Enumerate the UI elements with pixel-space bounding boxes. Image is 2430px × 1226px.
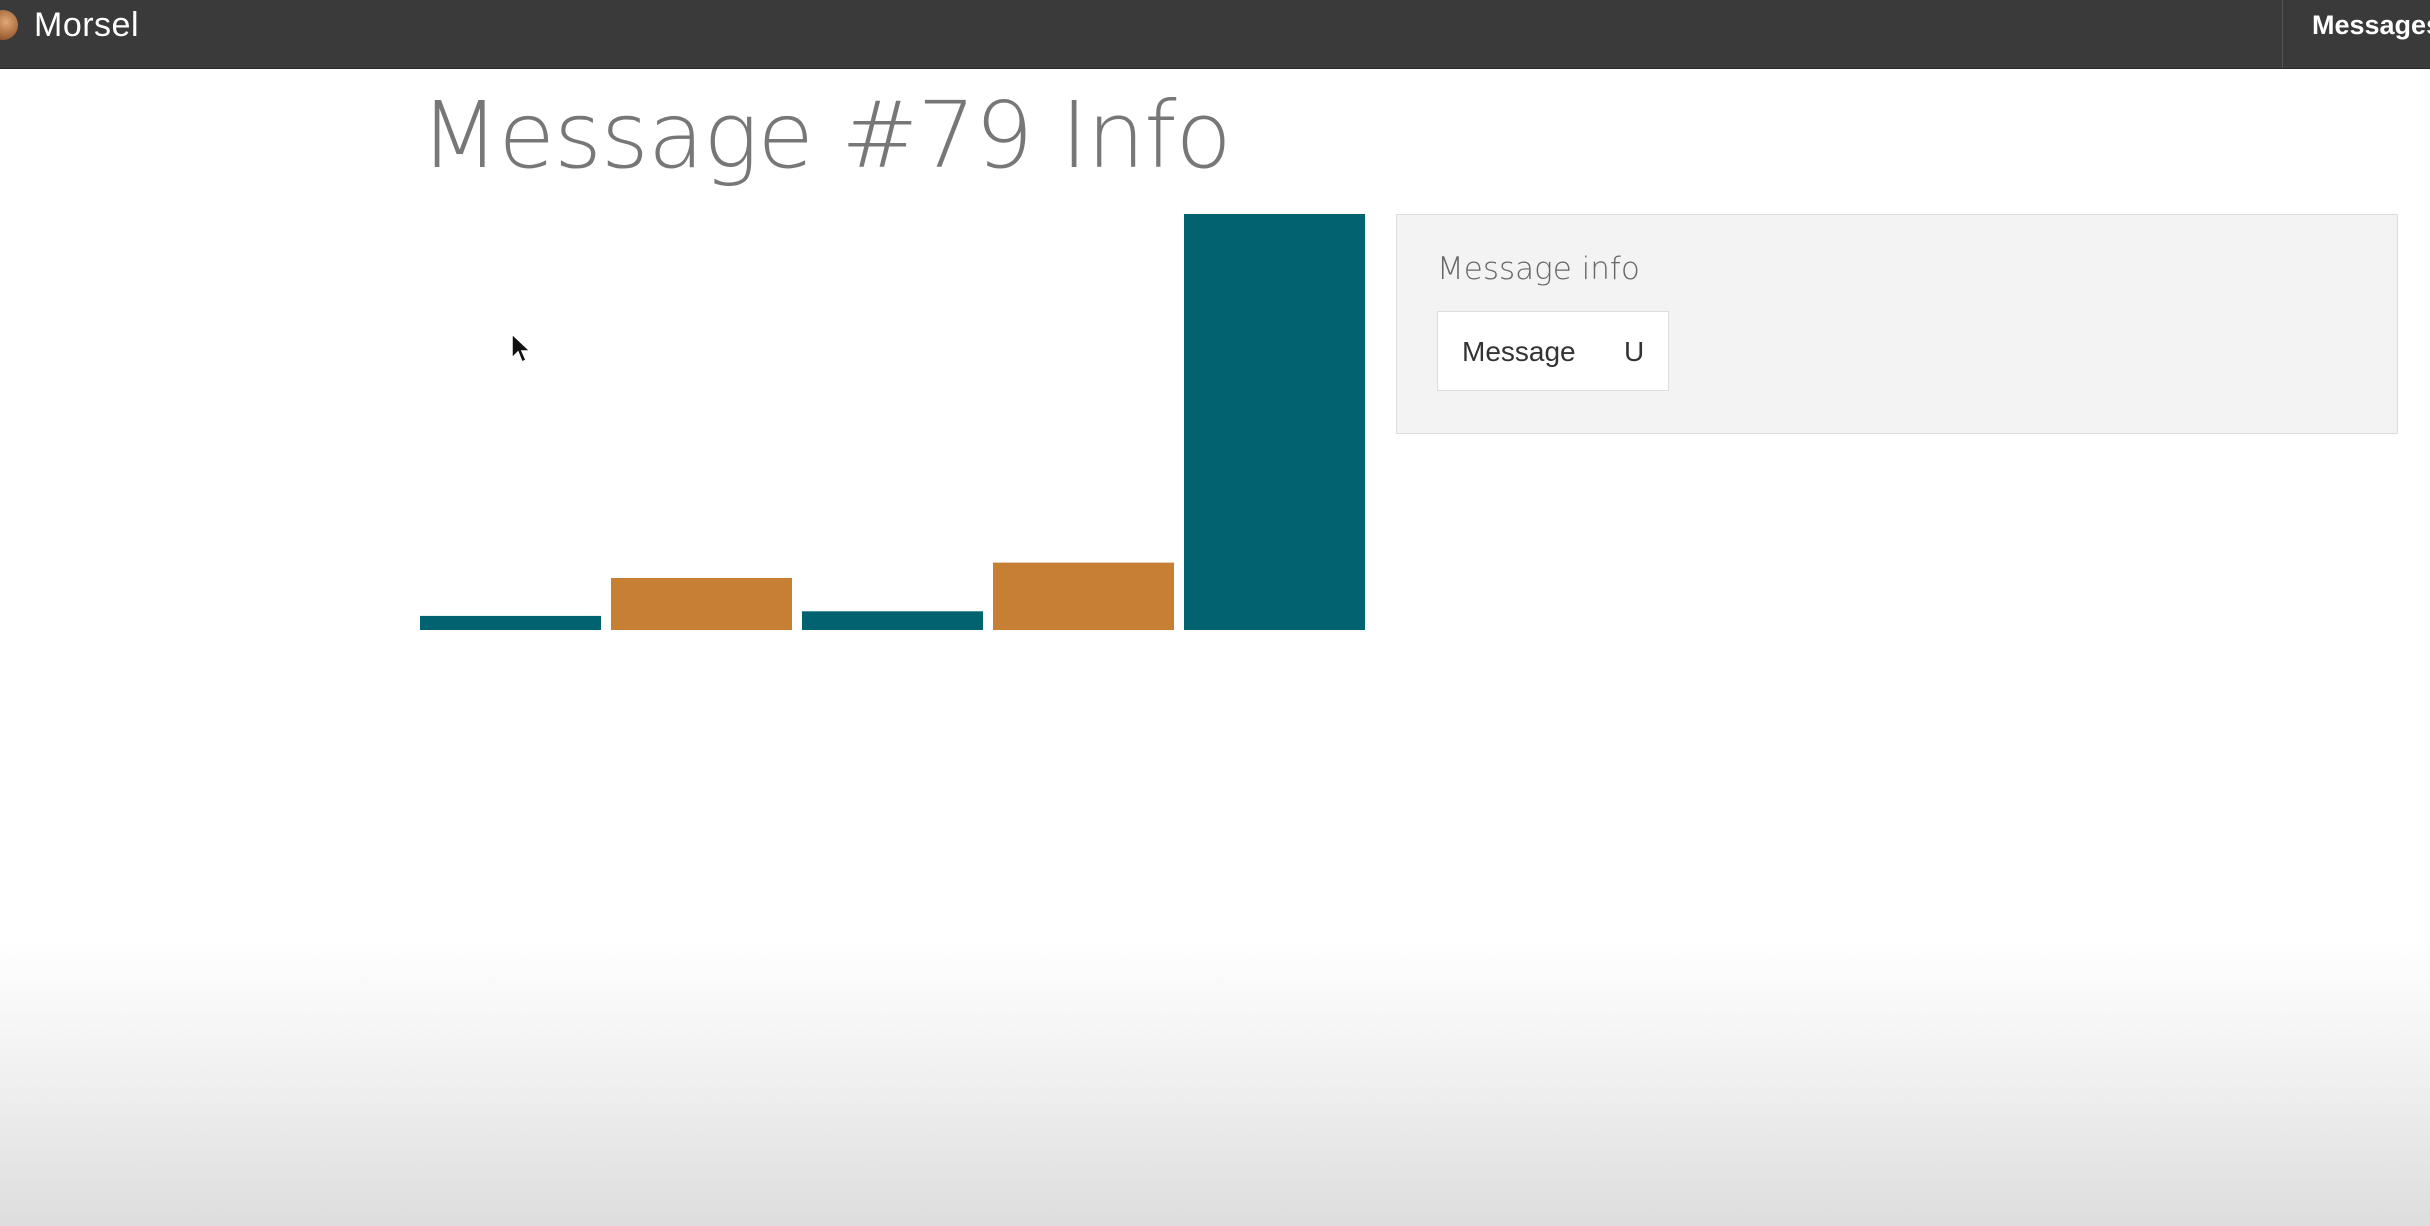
chart-bar-4[interactable] xyxy=(993,562,1174,630)
tab-u[interactable]: U xyxy=(1624,336,1644,368)
chart-bar-2[interactable] xyxy=(611,578,792,630)
chart-bar-1[interactable] xyxy=(420,615,601,630)
info-panel-heading: Message info xyxy=(1437,251,1640,287)
tab-message[interactable]: Message xyxy=(1462,336,1576,368)
top-navbar: Morsel Messages xyxy=(0,0,2430,69)
page-title: Message #79 Info xyxy=(420,82,1232,189)
brand-name[interactable]: Morsel xyxy=(34,6,139,45)
nav-link-messages[interactable]: Messages xyxy=(2312,10,2430,41)
nav-divider xyxy=(2282,0,2283,68)
morsel-logo-icon[interactable] xyxy=(0,10,18,40)
message-info-panel: Message info Message U xyxy=(1396,214,2398,434)
mouse-pointer-icon xyxy=(511,332,532,364)
chart-bar-5[interactable] xyxy=(1184,214,1365,630)
info-tabs: Message U xyxy=(1437,311,1669,391)
chart-bar-3[interactable] xyxy=(802,611,983,630)
message-bar-chart xyxy=(420,214,1365,630)
